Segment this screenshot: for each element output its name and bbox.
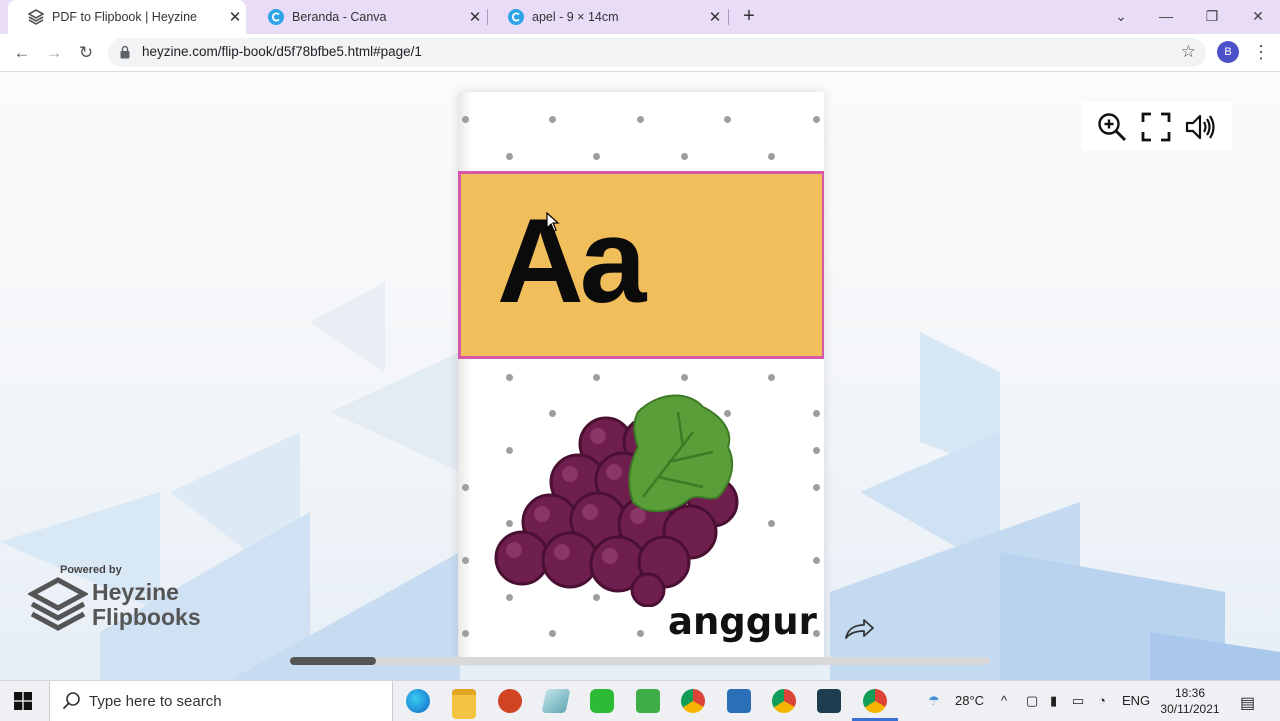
browser-menu-icon[interactable]: ⋮ <box>1252 38 1270 66</box>
notifications-icon[interactable]: ▤ <box>1240 693 1255 713</box>
wifi-icon[interactable]: ◔ <box>1098 693 1106 708</box>
tab-canva-home[interactable]: Beranda - Canva ✕ <box>248 0 486 34</box>
tab-title: Beranda - Canva <box>292 10 387 24</box>
decor-dot <box>549 630 556 637</box>
browser-toolbar: ← → ↻ heyzine.com/flip-book/d5f78bfbe5.h… <box>0 34 1280 72</box>
close-tab-icon[interactable]: ✕ <box>464 8 486 26</box>
decor-dot <box>637 116 644 123</box>
dell-app-icon[interactable] <box>727 689 751 713</box>
powered-by-label: Powered by <box>60 564 122 576</box>
viewer-controls <box>1082 102 1232 150</box>
zoom-in-icon[interactable] <box>1096 111 1128 143</box>
new-tab-button[interactable]: + <box>738 5 760 27</box>
brand-name-line2[interactable]: Flipbooks <box>92 605 201 629</box>
windows-taskbar: Type here to search ☂ 28°C ^ ▢ ▮ ▭ ◔ ENG… <box>0 680 1280 721</box>
decor-dot <box>813 447 820 454</box>
share-arrow-icon[interactable] <box>842 616 876 644</box>
taskbar-search-box[interactable]: Type here to search <box>49 681 393 721</box>
clock-time: 18:36 <box>1174 686 1206 700</box>
decor-dot <box>549 116 556 123</box>
battery-icon[interactable]: ▭ <box>1072 693 1084 709</box>
heyzine-favicon-icon <box>28 9 44 25</box>
decor-dot <box>506 153 513 160</box>
decor-dot <box>768 374 775 381</box>
decor-dot <box>462 484 469 491</box>
reload-button[interactable]: ↻ <box>73 40 99 66</box>
tab-strip: PDF to Flipbook | Heyzine ✕ Beranda - Ca… <box>0 0 1280 34</box>
system-clock[interactable]: 18:36 30/11/2021 <box>1152 685 1228 717</box>
heyzine-logo-icon[interactable] <box>28 576 88 636</box>
decor-dot <box>813 116 820 123</box>
decor-dot <box>593 374 600 381</box>
edge-icon[interactable] <box>406 689 430 713</box>
word-label: anggur <box>668 600 817 643</box>
recording-app-icon[interactable] <box>817 689 841 713</box>
brand-name-line1[interactable]: Heyzine <box>92 580 179 604</box>
minimize-button[interactable]: — <box>1143 4 1189 28</box>
decor-dot <box>681 153 688 160</box>
powerpoint-icon[interactable] <box>498 689 522 713</box>
canva-favicon-icon <box>508 9 524 25</box>
decor-dot <box>462 557 469 564</box>
phone-app-icon[interactable] <box>590 689 614 713</box>
close-tab-icon[interactable]: ✕ <box>224 8 246 26</box>
decor-dot <box>637 630 644 637</box>
tab-title: apel - 9 × 14cm <box>532 10 619 24</box>
flipbook-page[interactable]: Aa anggur <box>458 92 824 660</box>
chrome-profile-icon[interactable] <box>681 689 705 713</box>
decor-dot <box>506 374 513 381</box>
weather-icon[interactable]: ☂ <box>928 693 940 709</box>
lock-icon[interactable] <box>120 45 130 59</box>
address-bar[interactable]: heyzine.com/flip-book/d5f78bfbe5.html#pa… <box>108 38 1206 67</box>
decor-dot <box>768 520 775 527</box>
flipbook-viewer: Aa anggur Powered by Heyzine Flipbooks <box>0 72 1280 680</box>
language-indicator[interactable]: ENG <box>1122 693 1150 708</box>
grapes-illustration <box>494 394 739 607</box>
chrome-icon[interactable] <box>772 689 796 713</box>
tab-heyzine[interactable]: PDF to Flipbook | Heyzine ✕ <box>8 0 246 34</box>
chrome-active-icon[interactable] <box>863 689 887 713</box>
tab-title: PDF to Flipbook | Heyzine <box>52 10 197 24</box>
windows-start-icon[interactable] <box>14 692 32 710</box>
restore-button[interactable]: ❐ <box>1189 4 1235 28</box>
android-app-icon[interactable] <box>636 689 660 713</box>
decor-dot <box>813 484 820 491</box>
letter-heading: Aa <box>497 194 646 328</box>
decor-dot <box>724 116 731 123</box>
decor-dot <box>462 116 469 123</box>
file-explorer-icon[interactable] <box>452 689 476 719</box>
decor-dot <box>593 153 600 160</box>
tab-canva-design[interactable]: apel - 9 × 14cm ✕ <box>488 0 726 34</box>
sound-icon[interactable] <box>1184 111 1216 143</box>
letter-card: Aa <box>458 171 824 359</box>
page-scrollbar-track[interactable] <box>290 657 990 665</box>
page-scrollbar-thumb[interactable] <box>290 657 376 665</box>
canva-favicon-icon <box>268 9 284 25</box>
meet-now-icon[interactable]: ▢ <box>1026 693 1038 709</box>
close-tab-icon[interactable]: ✕ <box>704 8 726 26</box>
back-button[interactable]: ← <box>9 40 35 66</box>
tab-separator <box>728 9 729 25</box>
bookmark-star-icon[interactable]: ☆ <box>1181 42 1196 62</box>
weather-temp[interactable]: 28°C <box>955 693 984 708</box>
tray-expand-icon[interactable]: ^ <box>1001 693 1007 708</box>
decor-dot <box>681 374 688 381</box>
tab-search-chevron-icon[interactable]: ⌄ <box>1098 4 1144 28</box>
decor-dot <box>813 410 820 417</box>
profile-avatar[interactable]: B <box>1217 41 1239 63</box>
mouse-cursor-icon <box>546 212 560 232</box>
close-window-button[interactable]: ✕ <box>1235 4 1280 28</box>
decor-dot <box>462 630 469 637</box>
clock-date: 30/11/2021 <box>1160 702 1220 716</box>
microphone-icon[interactable]: ▮ <box>1050 693 1057 709</box>
search-placeholder: Type here to search <box>89 693 222 710</box>
decor-dot <box>813 557 820 564</box>
url-text: heyzine.com/flip-book/d5f78bfbe5.html#pa… <box>142 44 422 59</box>
search-icon <box>62 692 80 710</box>
forward-button[interactable]: → <box>41 40 67 66</box>
decor-dot <box>768 153 775 160</box>
app-icon[interactable] <box>541 689 571 713</box>
fullscreen-icon[interactable] <box>1140 111 1172 143</box>
